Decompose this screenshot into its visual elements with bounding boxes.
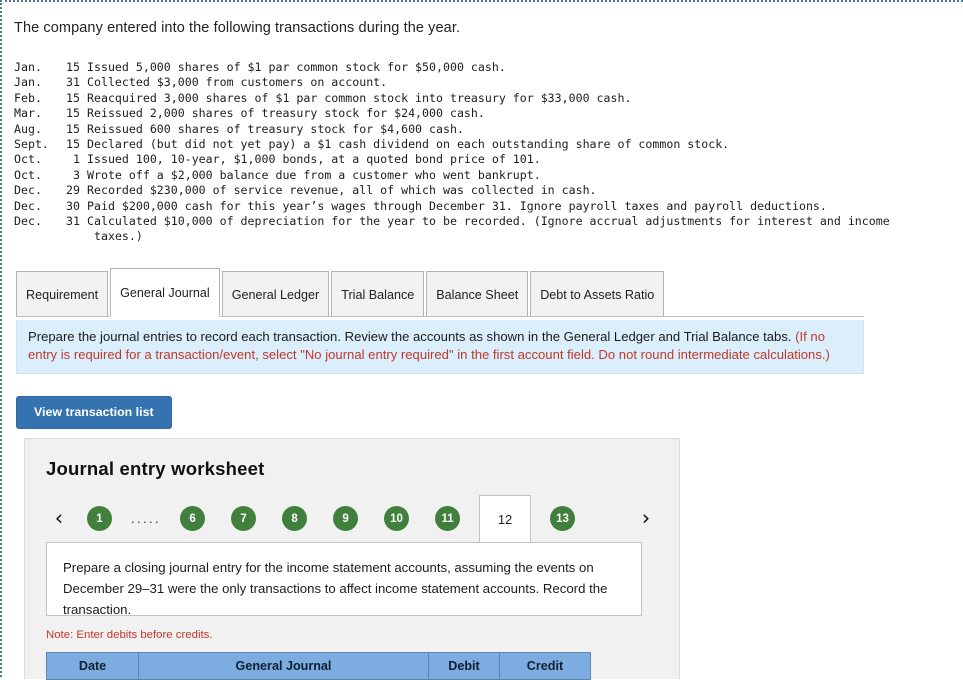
transaction-day: 31: [66, 75, 80, 90]
transaction-month: Dec.: [14, 198, 42, 213]
transaction-description: Wrote off a $2,000 balance due from a cu…: [87, 167, 541, 182]
pager-page-7[interactable]: 7: [231, 506, 257, 531]
transaction-row: Dec. 30 Paid $200,000 cash for this year’s…: [14, 199, 890, 214]
transaction-month: Dec.: [14, 214, 42, 229]
transaction-month: Jan.: [14, 75, 42, 90]
transaction-description: Paid $200,000 cash for this year’s wages…: [87, 198, 827, 213]
transaction-row: Dec. 29 Recorded $230,000 of service reven…: [14, 183, 890, 198]
view-transaction-list-button[interactable]: View transaction list: [16, 396, 172, 429]
pager-next-icon[interactable]: ›: [631, 508, 661, 529]
transaction-day: 15: [66, 121, 80, 136]
transaction-description: Calculated $10,000 of depreciation for t…: [87, 214, 890, 229]
worksheet-title: Journal entry worksheet: [46, 458, 265, 479]
tab-label: Trial Balance: [341, 287, 415, 302]
transaction-row: Mar. 15 Reissued 2,000 shares of treasury …: [14, 106, 890, 121]
transaction-row: Jan. 31 Collected $3,000 from customers on…: [14, 75, 890, 90]
general-journal-table: Date General Journal Debit Credit: [46, 652, 591, 680]
tab-debt-to-assets-ratio[interactable]: Debt to Assets Ratio: [530, 271, 665, 317]
transaction-month: Mar.: [14, 106, 42, 121]
transaction-description: Recorded $230,000 of service revenue, al…: [87, 183, 597, 198]
transaction-description: Reissued 2,000 shares of treasury stock …: [87, 106, 485, 121]
journal-entry-worksheet-panel: Journal entry worksheet ‹ 1..... 6 7 8 9 10 11…: [24, 438, 680, 680]
transaction-day: 1: [73, 152, 80, 167]
transaction-description: Issued 5,000 shares of $1 par common sto…: [87, 60, 506, 74]
tab-trial-balance[interactable]: Trial Balance: [331, 271, 425, 317]
tab-balance-sheet[interactable]: Balance Sheet: [426, 271, 529, 317]
column-header-debit: Debit: [428, 652, 500, 680]
transaction-month: Oct.: [14, 152, 42, 167]
tab-requirement[interactable]: Requirement: [16, 271, 109, 317]
instruction-banner: Prepare the journal entries to record ea…: [16, 320, 864, 374]
pager-page-10[interactable]: 10: [384, 506, 410, 531]
tab-label: Balance Sheet: [436, 287, 519, 302]
transaction-row: Aug. 15 Reissued 600 shares of treasury st…: [14, 122, 890, 137]
transaction-day: 15: [66, 90, 80, 105]
column-header-general-journal: General Journal: [138, 652, 429, 680]
transaction-month: Sept.: [14, 137, 49, 152]
transaction-day: 3: [73, 167, 80, 182]
transaction-day: 30: [66, 198, 80, 213]
page-root: The company entered into the following t…: [0, 0, 963, 680]
tab-label: Debt to Assets Ratio: [540, 287, 655, 302]
pager-ellipsis: .....: [131, 511, 162, 526]
transaction-description: Collected $3,000 from customers on accou…: [87, 75, 388, 90]
tab-bar: Requirement General Journal General Ledger…: [16, 268, 666, 317]
pager-prev-icon[interactable]: ‹: [44, 508, 74, 529]
transaction-row: Sept. 15 Declared (but did not yet pay) a …: [14, 137, 890, 152]
tab-general-journal[interactable]: General Journal: [110, 268, 220, 317]
transaction-day: 29: [66, 183, 80, 198]
transaction-description: Reacquired 3,000 shares of $1 par common…: [87, 90, 632, 105]
transaction-month: Feb.: [14, 90, 42, 105]
tab-label: Requirement: [26, 287, 99, 302]
transaction-month: Jan.: [14, 60, 42, 74]
pager-page-13[interactable]: 13: [550, 506, 576, 531]
transaction-description-continued: taxes.): [94, 229, 143, 244]
tab-label: General Journal: [120, 286, 210, 300]
tab-general-ledger[interactable]: General Ledger: [221, 271, 330, 317]
pager-page-9[interactable]: 9: [333, 506, 359, 531]
transaction-month: Oct.: [14, 167, 42, 182]
transaction-day: 15: [66, 60, 80, 74]
transaction-row: Oct. 1 Issued 100, 10-year, $1,000 bonds, …: [14, 152, 890, 167]
pager-page-8[interactable]: 8: [282, 506, 308, 531]
transaction-month: Aug.: [14, 121, 42, 136]
table-header-row: Date General Journal Debit Credit: [46, 652, 591, 680]
transaction-day: 15: [66, 106, 80, 121]
transaction-row: Feb. 15 Reacquired 3,000 shares of $1 par …: [14, 91, 890, 106]
transaction-description: Declared (but did not yet pay) a $1 cash…: [87, 137, 730, 152]
worksheet-pager: ‹ 1..... 6 7 8 9 10 11 12 13 ›: [44, 495, 661, 542]
transaction-description: Reissued 600 shares of treasury stock fo…: [87, 121, 464, 136]
pager-page-11[interactable]: 11: [435, 506, 461, 531]
pager-page-1[interactable]: 1: [87, 506, 112, 531]
pager-page-6[interactable]: 6: [180, 506, 206, 531]
question-text: Prepare a closing journal entry for the …: [46, 542, 642, 617]
debits-before-credits-note: Note: Enter debits before credits.: [46, 629, 213, 641]
column-header-date: Date: [46, 652, 139, 680]
column-header-credit: Credit: [499, 652, 591, 680]
transaction-list: Jan. 15 Issued 5,000 shares of $1 par comm…: [14, 60, 890, 245]
transaction-month: Dec.: [14, 183, 42, 198]
transaction-row: Dec. 31 Calculated $10,000 of depreciation…: [14, 214, 890, 229]
pager-page-active[interactable]: 12: [479, 495, 532, 542]
transaction-day: 31: [66, 214, 80, 229]
instruction-black-text: Prepare the journal entries to record ea…: [28, 329, 796, 344]
transaction-day: 15: [66, 137, 80, 152]
tab-label: General Ledger: [231, 287, 320, 302]
transaction-row: Oct. 3 Wrote off a $2,000 balance due from…: [14, 168, 890, 183]
transaction-row: Jan. 15 Issued 5,000 shares of $1 par comm…: [14, 60, 890, 75]
transaction-description: Issued 100, 10-year, $1,000 bonds, at a …: [87, 152, 541, 167]
intro-text: The company entered into the following t…: [14, 20, 461, 36]
